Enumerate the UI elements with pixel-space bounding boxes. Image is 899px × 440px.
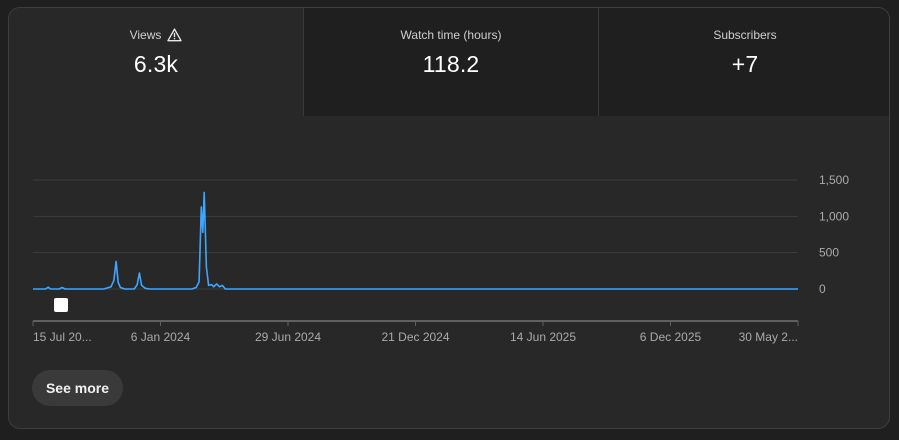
metric-tabs: Views 6.3k Watch time (hours) 118.2 Subs… [9, 8, 889, 116]
x-tick-label: 29 Jun 2024 [255, 330, 321, 344]
tab-subscribers[interactable]: Subscribers +7 [598, 8, 889, 116]
upload-marker[interactable] [54, 298, 68, 312]
y-tick-label: 1,500 [819, 173, 849, 187]
tab-subscribers-value: +7 [731, 51, 759, 77]
views-chart[interactable]: 0 500 1,000 1,500 15 Jul 20... 6 Jan 2024 29 J… [9, 116, 890, 356]
tab-watch-time-value: 118.2 [422, 51, 480, 77]
y-tick-label: 500 [819, 246, 839, 260]
y-tick-label: 0 [819, 282, 826, 296]
x-tick-label: 6 Dec 2025 [640, 330, 702, 344]
x-tick-label: 30 May 2... [739, 330, 798, 344]
y-tick-label: 1,000 [819, 209, 849, 223]
tab-views-label: Views [129, 28, 162, 42]
x-tick-label: 15 Jul 20... [33, 330, 92, 344]
warning-icon[interactable] [167, 28, 183, 42]
views-series-line [33, 191, 798, 290]
x-tick-label: 21 Dec 2024 [381, 330, 449, 344]
tab-watch-time[interactable]: Watch time (hours) 118.2 [303, 8, 598, 116]
tab-subscribers-label: Subscribers [713, 28, 777, 42]
tab-views[interactable]: Views 6.3k [9, 8, 303, 116]
x-tick-label: 6 Jan 2024 [131, 330, 191, 344]
tab-views-value: 6.3k [133, 51, 179, 77]
tab-views-label-row: Views [130, 27, 183, 43]
analytics-card: Views 6.3k Watch time (hours) 118.2 Subs… [8, 7, 890, 429]
x-tick-label: 14 Jun 2025 [510, 330, 576, 344]
see-more-button[interactable]: See more [32, 370, 123, 406]
tab-watch-time-label: Watch time (hours) [400, 28, 502, 42]
